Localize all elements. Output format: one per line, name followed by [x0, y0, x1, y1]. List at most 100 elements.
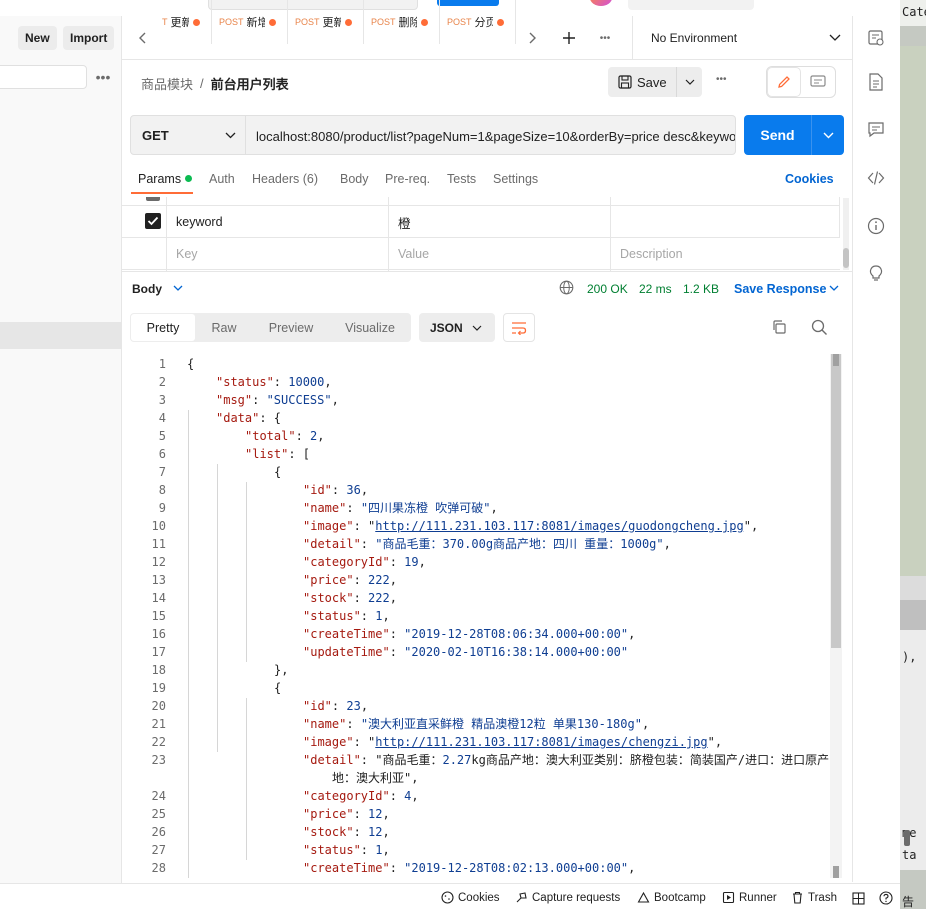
status-code[interactable]: 200 OK [587, 282, 628, 296]
view-visualize[interactable]: Visualize [332, 313, 408, 342]
chevron-right-icon[interactable] [525, 30, 539, 46]
value-placeholder[interactable]: Value [398, 238, 429, 270]
tab-request-3[interactable]: POST 更新 [288, 0, 364, 44]
environment-quicklook-icon[interactable] [866, 28, 886, 48]
runner-button[interactable]: Runner [722, 891, 777, 904]
more-icon[interactable]: ••• [94, 68, 112, 86]
checkbox-partial[interactable] [146, 197, 160, 201]
scroll-up-arrow-icon[interactable] [833, 354, 839, 366]
tab-auth[interactable]: Auth [209, 172, 235, 186]
documentation-icon[interactable] [866, 72, 886, 92]
url-input[interactable]: localhost:8080/product/list?pageNum=1&pa… [246, 115, 736, 155]
save-response-button[interactable]: Save Response [734, 282, 826, 296]
comments-icon[interactable] [866, 120, 886, 140]
trash-icon [793, 891, 802, 904]
bg-text: 告 [902, 895, 915, 909]
line-number: 27 [151, 843, 166, 857]
params-table: keyword 橙 Key Value Description [122, 197, 840, 271]
code-text: "image": "http://111.231.103.117:8081/im… [303, 519, 759, 533]
tab-settings[interactable]: Settings [493, 172, 538, 186]
view-raw[interactable]: Raw [198, 313, 250, 342]
column-divider [839, 197, 840, 238]
sidebar-filter-input[interactable] [0, 65, 87, 89]
scroll-down-arrow-icon[interactable] [833, 866, 839, 878]
indent-guide [217, 464, 218, 752]
tab-pre-request[interactable]: Pre-req. [385, 172, 430, 186]
tab-body[interactable]: Body [340, 172, 369, 186]
info-icon[interactable] [866, 216, 886, 236]
format-select[interactable]: JSON [419, 313, 495, 342]
lightbulb-icon[interactable] [866, 263, 886, 283]
code-scrollbar-thumb[interactable] [831, 354, 841, 648]
breadcrumb-current[interactable]: 前台用户列表 [211, 74, 289, 93]
response-body-label[interactable]: Body [132, 282, 162, 296]
help-icon[interactable] [879, 891, 893, 905]
two-pane-icon[interactable] [851, 891, 865, 905]
workspace-selector[interactable] [628, 0, 754, 10]
more-icon[interactable]: ••• [596, 30, 614, 46]
globe-icon[interactable] [559, 280, 574, 295]
comment-doc-icon[interactable] [803, 68, 833, 96]
tab-params[interactable]: Params [138, 172, 181, 186]
code-text: "name": "澳大利亚直采鲜橙 精品澳橙12粒 单果130-180g", [303, 717, 650, 731]
send-label[interactable]: Send [744, 115, 811, 155]
unsaved-dot-icon [192, 18, 200, 26]
code-text: { [274, 465, 282, 479]
tab-request-2[interactable]: POST 新增 [212, 0, 288, 44]
line-number: 25 [151, 807, 166, 821]
chevron-down-icon[interactable] [172, 282, 184, 294]
code-text: "createTime": "2019-12-28T08:06:34.000+0… [303, 627, 636, 641]
params-scrollbar-thumb[interactable] [843, 248, 849, 268]
capture-requests-button[interactable]: Capture requests [515, 891, 620, 904]
import-button[interactable]: Import [63, 26, 115, 50]
code-snippet-icon[interactable] [866, 168, 886, 188]
active-tab-indicator [131, 192, 193, 194]
chevron-left-icon[interactable] [136, 30, 150, 46]
breadcrumb-parent[interactable]: 商品模块 [141, 74, 193, 93]
response-body-code[interactable]: 1 {2 "status": 10000, 3 "msg": "SUCCESS", 4 "d… [122, 354, 836, 878]
chevron-down-icon[interactable] [224, 131, 236, 140]
tab-request-5[interactable]: POST 分页 [440, 0, 516, 44]
more-icon[interactable]: ••• [716, 74, 727, 85]
new-button[interactable]: New [18, 26, 57, 50]
format-label: JSON [430, 320, 463, 335]
code-text: "status": 10000, [216, 375, 332, 389]
param-checkbox[interactable] [145, 213, 161, 229]
param-value[interactable]: 橙 [398, 206, 411, 238]
plus-icon[interactable] [561, 30, 577, 46]
tab-method: POST [219, 17, 244, 27]
save-options-chevron-icon[interactable] [676, 67, 702, 97]
tab-tests[interactable]: Tests [447, 172, 476, 186]
search-icon[interactable] [811, 319, 828, 336]
view-pretty[interactable]: Pretty [131, 314, 195, 341]
view-preview[interactable]: Preview [256, 313, 326, 342]
chevron-down-icon[interactable] [828, 282, 840, 294]
code-text: { [187, 357, 195, 371]
chevron-down-icon[interactable] [828, 32, 842, 44]
response-divider[interactable] [122, 271, 852, 272]
description-placeholder[interactable]: Description [620, 238, 683, 270]
chevron-down-icon[interactable] [471, 323, 483, 333]
cookies-button[interactable]: Cookies [441, 891, 500, 904]
bg-text: Cate [902, 5, 926, 19]
bootcamp-icon [637, 891, 650, 903]
tab-request-1[interactable]: T 更新 [162, 0, 212, 44]
environment-select[interactable]: No Environment [632, 16, 852, 60]
line-number: 1 [158, 357, 166, 371]
copy-icon[interactable] [771, 319, 787, 335]
sidebar-item-selected[interactable] [0, 322, 121, 349]
pencil-icon[interactable] [768, 68, 800, 96]
cookies-link[interactable]: Cookies [785, 172, 834, 186]
bootcamp-button[interactable]: Bootcamp [637, 891, 706, 904]
trash-button[interactable]: Trash [791, 891, 837, 904]
tab-request-4[interactable]: POST 删除 [364, 0, 440, 44]
wrap-lines-icon[interactable] [503, 313, 535, 342]
code-text: "status": 1, [303, 609, 390, 623]
response-time[interactable]: 22 ms [639, 282, 672, 296]
response-size[interactable]: 1.2 KB [683, 282, 719, 296]
key-placeholder[interactable]: Key [176, 238, 198, 270]
param-key[interactable]: keyword [176, 206, 223, 238]
tab-headers[interactable]: Headers (6) [252, 172, 318, 186]
code-text: "image": "http://111.231.103.117:8081/im… [303, 735, 723, 749]
chevron-down-icon[interactable] [812, 115, 844, 155]
